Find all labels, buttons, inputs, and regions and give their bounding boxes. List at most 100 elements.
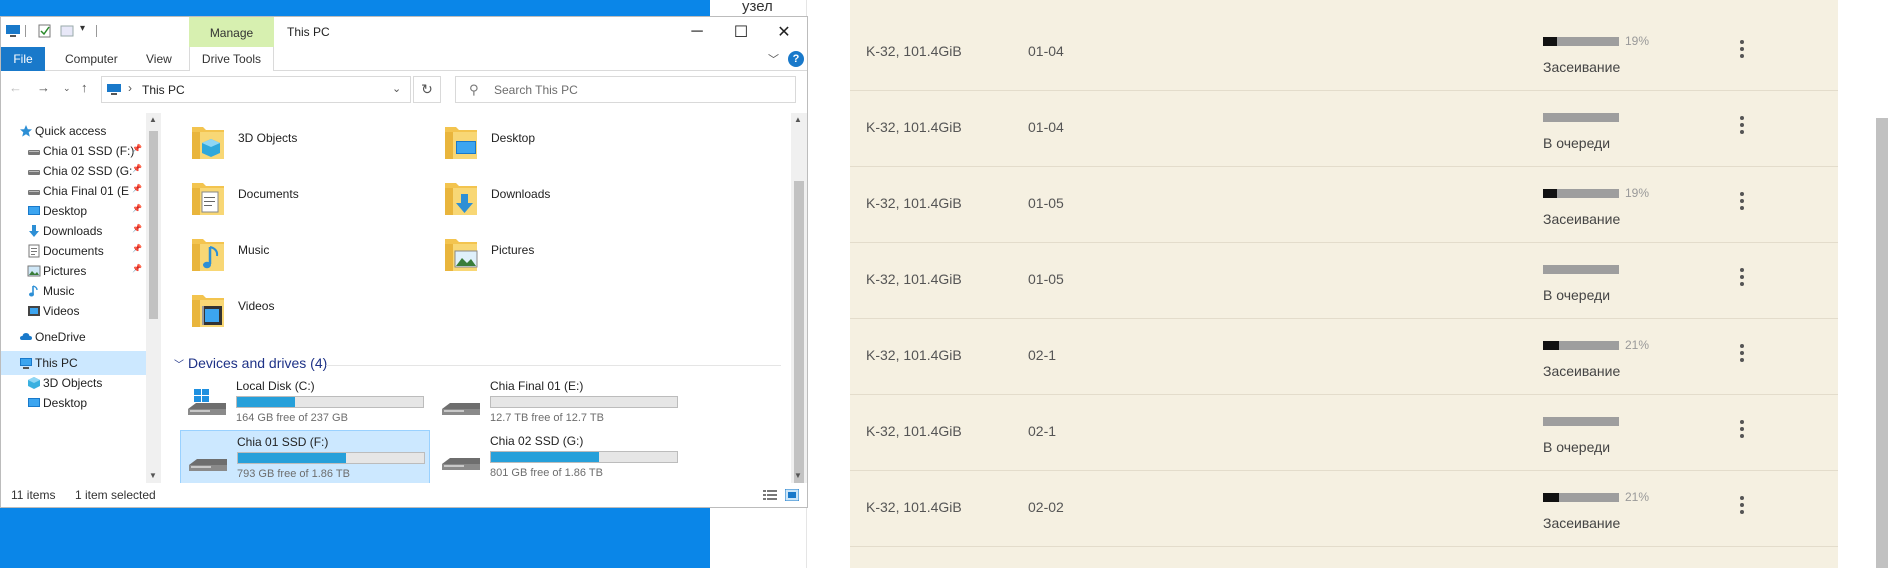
scroll-down-icon[interactable]: ▼	[149, 471, 157, 480]
folder-item[interactable]: Music	[166, 225, 416, 281]
tab-view[interactable]: View	[146, 47, 172, 71]
plot-progress-bar	[1543, 493, 1619, 502]
up-arrow-icon[interactable]: ↑	[81, 80, 88, 95]
more-options-icon[interactable]	[1730, 417, 1754, 447]
pin-icon[interactable]: 📌	[132, 184, 142, 193]
folder-label: Desktop	[491, 131, 536, 145]
sidebar-item-label: This PC	[35, 356, 78, 370]
scroll-down-icon[interactable]: ▼	[794, 471, 802, 480]
drive-name: Chia Final 01 (E:)	[490, 379, 584, 393]
plot-queue: 02-02	[1028, 499, 1064, 515]
new-folder-icon[interactable]	[59, 24, 75, 38]
folder-item[interactable]: Documents	[166, 169, 416, 225]
folder-item[interactable]: Desktop	[419, 113, 669, 169]
cloud-icon	[19, 330, 33, 344]
computer-icon[interactable]	[5, 24, 21, 38]
scrollbar-thumb[interactable]	[794, 181, 804, 483]
plot-row: K-32, 101.4GiB 01-04 В очереди	[850, 91, 1838, 167]
folder-item[interactable]: 3D Objects	[166, 113, 416, 169]
page-scrollbar[interactable]	[1876, 118, 1888, 568]
computer-icon	[107, 84, 121, 95]
desktop-icon	[27, 396, 41, 410]
details-view-icon[interactable]	[763, 489, 777, 501]
drive-item[interactable]: Chia 01 SSD (F:) 793 GB free of 1.86 TB	[180, 430, 430, 483]
expand-ribbon-icon[interactable]: ﹀	[768, 51, 779, 67]
pin-icon[interactable]: 📌	[132, 264, 142, 273]
drive-item[interactable]: Chia 02 SSD (G:) 801 GB free of 1.86 TB	[434, 430, 684, 483]
minimize-icon: ─	[691, 23, 703, 40]
recent-locations-icon[interactable]: ⌄	[63, 83, 71, 94]
help-icon[interactable]: ?	[788, 51, 804, 67]
devices-group-header[interactable]: ﹀ Devices and drives (4)	[174, 355, 327, 371]
more-options-icon[interactable]	[1730, 341, 1754, 371]
tab-computer[interactable]: Computer	[65, 47, 118, 71]
content-scrollbar[interactable]: ▲ ▼	[791, 113, 807, 483]
more-options-icon[interactable]	[1730, 265, 1754, 295]
address-bar[interactable]: › This PC ⌄	[101, 76, 411, 103]
search-box[interactable]: ⚲	[455, 76, 796, 103]
plot-size: K-32, 101.4GiB	[866, 119, 962, 135]
scroll-up-icon[interactable]: ▲	[149, 115, 157, 124]
pin-icon[interactable]: 📌	[132, 164, 142, 173]
pin-icon[interactable]: 📌	[132, 144, 142, 153]
plot-status: В очереди	[1543, 439, 1611, 455]
minimize-button[interactable]: ─	[674, 17, 720, 47]
scroll-up-icon[interactable]: ▲	[794, 115, 802, 124]
divider	[25, 25, 26, 37]
close-button[interactable]: ✕	[761, 17, 807, 47]
more-options-icon[interactable]	[1730, 113, 1754, 143]
plot-queue: 01-05	[1028, 271, 1064, 287]
node-column-header: узел	[742, 0, 773, 15]
breadcrumb[interactable]: This PC	[142, 83, 185, 97]
properties-icon[interactable]	[37, 24, 53, 38]
plot-queue: 02-1	[1028, 347, 1057, 363]
folder-item[interactable]: Videos	[166, 281, 416, 337]
file-explorer-window: ▾ Manage This PC ─ ☐ ✕ File Computer Vie…	[0, 16, 808, 508]
chevron-down-icon[interactable]: ⌄	[392, 82, 401, 95]
drive-item[interactable]: Local Disk (C:) 164 GB free of 237 GB	[180, 375, 430, 429]
status-bar: 11 items 1 item selected	[1, 483, 807, 507]
plot-progress-label: 19%	[1625, 34, 1650, 48]
plot-status: Засеивание	[1543, 59, 1621, 75]
folder-item[interactable]: Downloads	[419, 169, 669, 225]
plot-progress-bar	[1543, 37, 1619, 46]
pin-icon[interactable]: 📌	[132, 204, 142, 213]
plot-progress-bar	[1543, 417, 1619, 426]
tab-file[interactable]: File	[1, 47, 45, 71]
download-icon	[27, 224, 41, 238]
back-arrow-icon[interactable]: ←	[9, 80, 22, 95]
pin-icon[interactable]: 📌	[132, 224, 142, 233]
sidebar-item-label: Desktop	[43, 396, 88, 410]
plot-status: Засеивание	[1543, 211, 1621, 227]
sidebar-item-label: 3D Objects	[43, 376, 103, 390]
tab-drive-tools[interactable]: Drive Tools	[189, 47, 274, 71]
pin-icon[interactable]: 📌	[132, 244, 142, 253]
more-options-icon[interactable]	[1730, 189, 1754, 219]
breadcrumb-separator[interactable]: ›	[128, 81, 132, 95]
navigation-scrollbar[interactable]: ▲ ▼	[146, 113, 161, 483]
sidebar-item-label: Quick access	[35, 124, 107, 138]
sidebar-item[interactable]: Videos	[1, 299, 146, 323]
title-bar[interactable]: ▾ Manage This PC ─ ☐ ✕	[1, 17, 807, 71]
forward-arrow-icon[interactable]: →	[37, 80, 50, 95]
drive-item[interactable]: Chia Final 01 (E:) 12.7 TB free of 12.7 T…	[434, 375, 684, 429]
drive-usage-bar	[237, 452, 425, 464]
large-icons-view-icon[interactable]	[785, 489, 799, 501]
refresh-button[interactable]: ↻	[413, 76, 441, 103]
more-options-icon[interactable]	[1730, 37, 1754, 67]
selection-count: 1 item selected	[75, 488, 156, 502]
folder-label: Pictures	[491, 243, 535, 257]
folder-label: Documents	[238, 187, 299, 201]
more-options-icon[interactable]	[1730, 493, 1754, 523]
plot-queue: 02-1	[1028, 423, 1057, 439]
plot-row: K-32, 101.4GiB 02-02 21% Засеивание	[850, 471, 1838, 547]
sidebar-item[interactable]: Desktop	[1, 391, 146, 415]
manage-tab-label: Manage	[209, 26, 254, 40]
customize-quick-access-icon[interactable]: ▾	[80, 23, 85, 34]
maximize-button[interactable]: ☐	[718, 17, 764, 47]
scrollbar-thumb[interactable]	[149, 131, 158, 319]
folder-item[interactable]: Pictures	[419, 225, 669, 281]
sidebar-item[interactable]: OneDrive	[1, 325, 146, 349]
plot-progress-label: 19%	[1625, 186, 1650, 200]
search-input[interactable]	[494, 81, 784, 99]
